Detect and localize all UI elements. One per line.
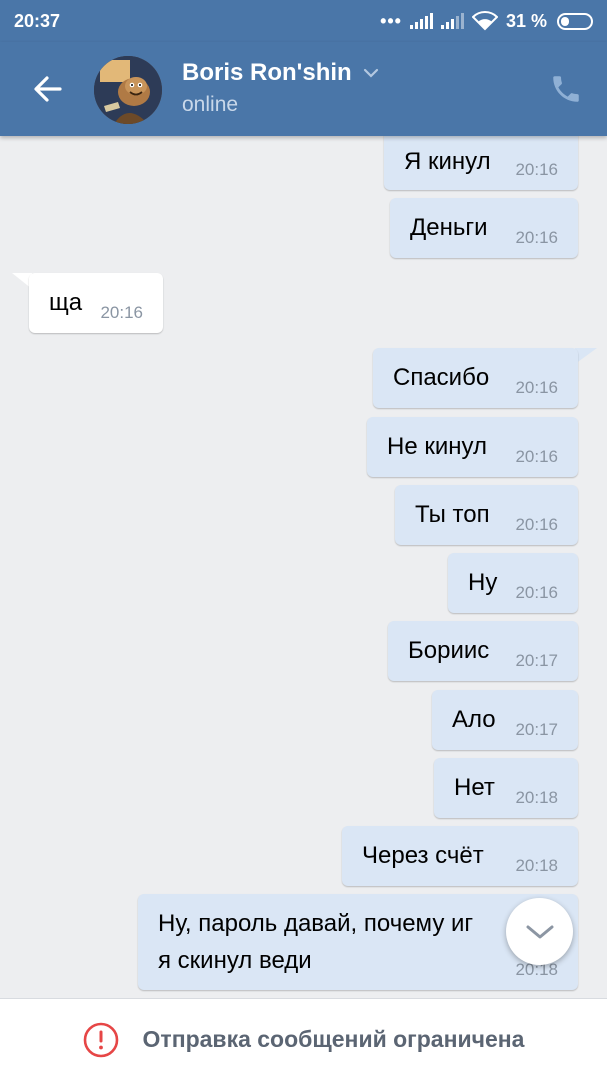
message-text: Ало [452,706,496,733]
messaging-restricted-bar: Отправка сообщений ограничена [0,998,607,1080]
status-bar: 20:37 ••• 31 % [0,0,607,42]
phone-icon[interactable] [549,72,583,106]
message-text-line-1: Ну, пароль давай, почему иг [158,910,474,937]
message-time: 20:16 [515,160,558,179]
message-text: Ну [468,569,498,596]
message-bubble[interactable]: Ало 20:17 [432,690,578,750]
message-bubble[interactable]: Деньги 20:16 [390,198,578,258]
message-text: Нет [454,774,495,801]
message-text: ща [49,289,83,316]
message-text: Спасибо [393,364,490,391]
message-time: 20:18 [515,856,558,875]
battery-icon [557,12,593,30]
restriction-notice: Отправка сообщений ограничена [142,1026,525,1052]
signal-icon [409,13,433,29]
message-time: 20:18 [515,788,558,807]
contact-name-text: Boris Ron'shin [182,59,352,86]
message-bubble[interactable]: Нет 20:18 [434,758,578,818]
scroll-to-bottom-button[interactable] [506,898,573,965]
message-bubble[interactable]: Я кинул 20:16 [384,136,578,190]
message-text: Бориис [408,637,490,664]
contact-name[interactable]: Boris Ron'shin [182,59,380,87]
back-arrow-icon[interactable] [28,69,68,109]
message-bubble[interactable]: Через счёт 20:18 [342,826,578,886]
message-text: Я кинул [404,148,491,175]
message-bubble[interactable]: Ты топ 20:16 [395,485,578,545]
signal-2-icon [440,13,464,29]
message-time: 20:17 [515,651,558,670]
message-text: Ты топ [415,501,490,528]
contact-avatar[interactable] [94,56,162,124]
message-list[interactable]: Я кинул 20:16 Деньги 20:16 ща 20:16 Спас… [0,136,607,998]
alert-icon [83,1022,118,1057]
message-time: 20:16 [100,303,143,322]
battery-percent: 31 % [505,10,547,31]
message-text: Не кинул [387,433,487,460]
chevron-down-icon [526,925,553,938]
chevron-down-icon[interactable] [362,67,380,79]
status-icons: ••• 31 % [380,11,593,32]
status-time: 20:37 [14,10,61,31]
message-time: 20:16 [515,378,558,397]
message-time: 20:16 [515,447,558,466]
more-notifications-icon: ••• [380,10,402,31]
message-time: 20:16 [515,515,558,534]
message-text: Через счёт [362,842,484,869]
message-text-line-2: я скинул веди [158,947,312,974]
message-time: 20:17 [515,720,558,739]
message-text: Деньги [410,214,488,241]
bubble-tail [575,348,597,364]
message-bubble[interactable]: Бориис 20:17 [388,621,578,681]
chat-header: Boris Ron'shin online [0,42,607,136]
message-bubble[interactable]: Не кинул 20:16 [367,417,578,477]
contact-status: online [182,93,239,116]
message-bubble[interactable]: ща 20:16 [29,273,163,333]
wifi-icon [471,11,498,31]
message-time: 20:16 [515,228,558,247]
message-bubble[interactable]: Спасибо 20:16 [373,348,578,408]
message-time: 20:16 [515,583,558,602]
message-bubble[interactable]: Ну 20:16 [448,553,578,613]
